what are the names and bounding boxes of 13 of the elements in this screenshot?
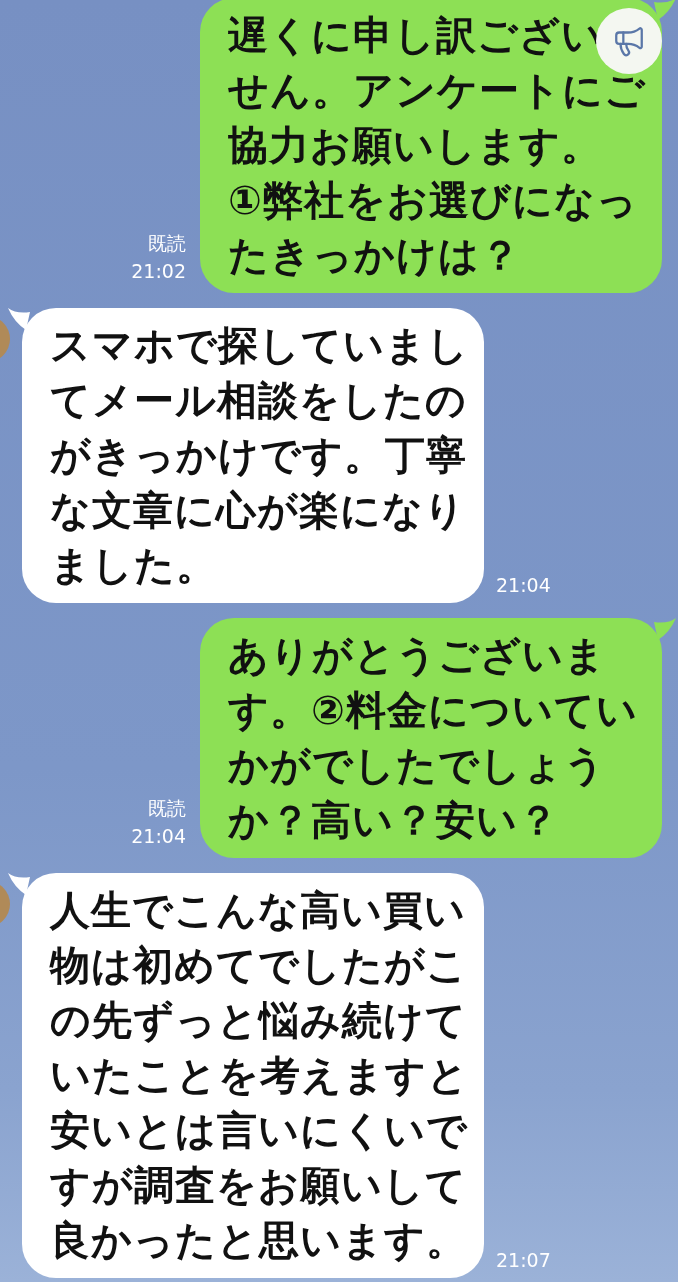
message-text: 人生でこんな高い買い物は初めてでしたがこの先ずっと悩み続けていたことを考えますと安いとは言いにくいですが調査をお願いして良かったと思います。 bbox=[50, 886, 470, 1265]
message-text: ①弊社をお選びになったきっかけは？ bbox=[228, 176, 639, 280]
read-receipt: 既読 bbox=[148, 231, 186, 256]
message-time: 21:02 bbox=[131, 259, 186, 284]
message-text: せん。アンケートにご協力お願いします。 bbox=[228, 66, 647, 170]
read-receipt: 既読 bbox=[148, 796, 186, 821]
message-time: 21:04 bbox=[496, 573, 551, 598]
message-text: ありがとうございます。②料金についていかがでしたでしょうか？高い？安い？ bbox=[228, 631, 639, 845]
message-text: 遅くに申し訳ござい bbox=[228, 11, 603, 60]
message-time: 21:07 bbox=[496, 1248, 551, 1273]
megaphone-icon bbox=[612, 24, 646, 58]
message-text: スマホで探していましてメール相談をしたのがきっかけです。丁寧な文章に心が楽になりました。 bbox=[50, 321, 470, 590]
message-time: 21:04 bbox=[131, 824, 186, 849]
